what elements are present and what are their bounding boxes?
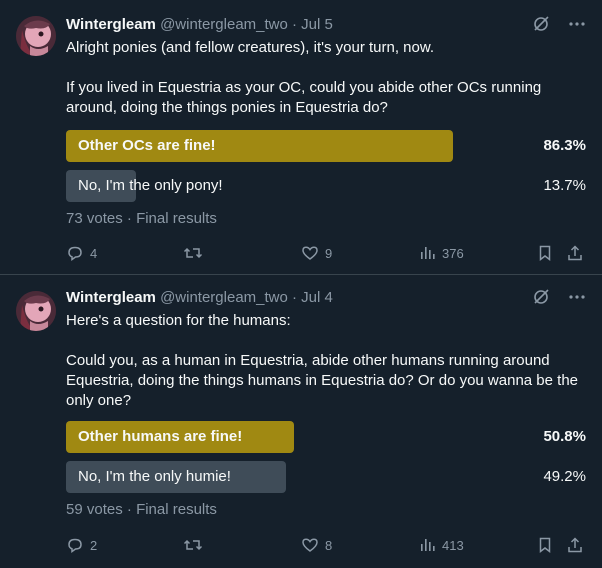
bookmark-icon: [539, 537, 551, 554]
poll-option: Other OCs are fine! 86.3%: [66, 130, 586, 162]
reply-count: 4: [90, 245, 98, 261]
views-button[interactable]: 413: [418, 535, 464, 555]
tweet-text-line: If you lived in Equestria as your OC, co…: [66, 79, 542, 116]
tweet[interactable]: Wintergleam @wintergleam_two · Jul 4 Her…: [0, 275, 602, 568]
author-handle[interactable]: @wintergleam_two: [160, 289, 288, 306]
poll-votes: 73 votes: [66, 210, 123, 227]
author-name[interactable]: Wintergleam: [66, 16, 156, 33]
poll-option-percent: 13.7%: [543, 177, 586, 194]
tweet-actions: 2 8 413: [66, 535, 586, 555]
views-count: 376: [442, 245, 464, 261]
poll-option-percent: 50.8%: [543, 428, 586, 445]
views-icon: [421, 247, 435, 259]
poll-option: No, I'm the only pony! 13.7%: [66, 170, 586, 202]
views-icon: [421, 539, 435, 551]
poll-separator: ·: [126, 210, 137, 227]
tweet-date[interactable]: · Jul 4: [292, 289, 333, 306]
like-icon: [302, 538, 318, 552]
reply-button[interactable]: 4: [66, 243, 97, 263]
author-handle[interactable]: @wintergleam_two: [160, 16, 288, 33]
retweet-icon: [183, 539, 203, 551]
tweet[interactable]: Wintergleam @wintergleam_two · Jul 5 Alr…: [0, 0, 602, 275]
like-button[interactable]: 9: [301, 243, 332, 263]
share-icon: [568, 245, 582, 261]
share-button[interactable]: [566, 535, 584, 555]
poll-status: Final results: [136, 210, 217, 227]
share-button[interactable]: [566, 243, 584, 263]
poll-separator: ·: [126, 501, 137, 518]
poll-option-label: Other OCs are fine!: [78, 137, 216, 154]
avatar[interactable]: [16, 291, 56, 331]
reply-count: 2: [90, 537, 98, 553]
tweet-date[interactable]: · Jul 5: [292, 16, 333, 33]
retweet-icon: [183, 247, 203, 259]
views-button[interactable]: 376: [418, 243, 464, 263]
grok-slash-icon[interactable]: [532, 288, 550, 306]
bookmark-icon: [539, 245, 551, 262]
tweet-text-line: Could you, as a human in Equestria, abid…: [66, 352, 578, 409]
tweet-header: Wintergleam @wintergleam_two · Jul 5: [66, 15, 333, 35]
header-icons: [532, 15, 586, 33]
like-button[interactable]: 8: [301, 535, 332, 555]
poll-option-label: Other humans are fine!: [78, 428, 243, 445]
poll-option-percent: 49.2%: [543, 468, 586, 485]
author-name[interactable]: Wintergleam: [66, 289, 156, 306]
views-count: 413: [442, 537, 464, 553]
poll-option-percent: 86.3%: [543, 137, 586, 154]
poll-option: Other humans are fine! 50.8%: [66, 421, 586, 453]
share-icon: [568, 537, 582, 553]
more-icon[interactable]: [568, 288, 586, 306]
more-icon[interactable]: [568, 15, 586, 33]
header-icons: [532, 288, 586, 306]
tweet-text-line: Alright ponies (and fellow creatures), i…: [66, 39, 435, 56]
poll-option-label: No, I'm the only pony!: [78, 177, 223, 194]
retweet-button[interactable]: [183, 535, 209, 555]
bookmark-button[interactable]: [536, 535, 554, 555]
poll-votes: 59 votes: [66, 501, 123, 518]
poll-status: Final results: [136, 501, 217, 518]
poll-option: No, I'm the only humie! 49.2%: [66, 461, 586, 493]
like-count: 8: [325, 537, 333, 553]
tweet-text: Alright ponies (and fellow creatures), i…: [66, 38, 586, 118]
tweet-text-line: Here's a question for the humans:: [66, 312, 291, 329]
like-icon: [302, 246, 318, 260]
reply-button[interactable]: 2: [66, 535, 97, 555]
tweet-actions: 4 9 376: [66, 243, 586, 263]
poll-meta: 59 votes · Final results: [66, 501, 217, 518]
grok-slash-icon[interactable]: [532, 15, 550, 33]
poll: Other OCs are fine! 86.3% No, I'm the on…: [66, 130, 586, 210]
poll: Other humans are fine! 50.8% No, I'm the…: [66, 421, 586, 501]
reply-icon: [68, 538, 82, 553]
avatar[interactable]: [16, 16, 56, 56]
poll-option-label: No, I'm the only humie!: [78, 468, 231, 485]
retweet-button[interactable]: [183, 243, 209, 263]
poll-meta: 73 votes · Final results: [66, 210, 217, 227]
tweet-header: Wintergleam @wintergleam_two · Jul 4: [66, 288, 333, 308]
tweet-text: Here's a question for the humans: Could …: [66, 311, 586, 411]
reply-icon: [68, 246, 82, 261]
bookmark-button[interactable]: [536, 243, 554, 263]
like-count: 9: [325, 245, 333, 261]
